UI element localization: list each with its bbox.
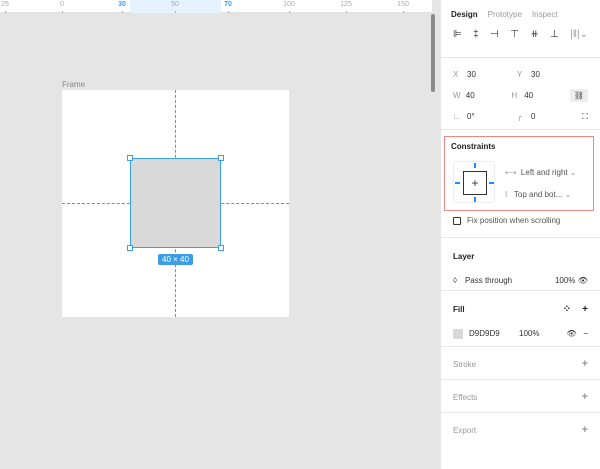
blend-mode-icon: ◊ [453, 276, 457, 285]
horizontal-ruler: 25 0 30 50 70 100 125 150 [0, 0, 432, 13]
rotation-icon: ∟ [453, 112, 461, 121]
align-horizontal-center-icon[interactable]: ‡ [473, 29, 479, 40]
constraint-top-bar[interactable] [474, 163, 476, 168]
layer-opacity[interactable]: 100% [555, 276, 575, 285]
properties-panel: Design Prototype Inspect ⊫ ‡ ⊣ ⊤ ⧺ ⊥ |‖|… [440, 0, 600, 469]
x-input[interactable]: 30 [467, 70, 517, 79]
constraints-section: Constraints + ⟷ Left and right ⌄ Ι Top a… [444, 136, 594, 211]
tab-prototype[interactable]: Prototype [488, 10, 522, 19]
constraint-left-bar[interactable] [455, 182, 460, 184]
ruler-tick-label: 150 [397, 1, 409, 13]
tab-design[interactable]: Design [451, 10, 478, 19]
w-label: W [453, 91, 461, 100]
resize-handle-tr[interactable] [218, 155, 224, 161]
independent-corners-icon[interactable]: ⛶ [582, 112, 588, 122]
horizontal-constraint-icon: ⟷ [505, 168, 517, 177]
fill-opacity-input[interactable]: 100% [519, 329, 539, 338]
rotation-input[interactable]: 0° [467, 112, 517, 121]
x-label: X [453, 70, 459, 79]
resize-handle-bl[interactable] [127, 245, 133, 251]
align-right-icon[interactable]: ⊣ [490, 29, 499, 40]
ruler-tick-label: 50 [171, 1, 179, 13]
size-badge: 40 × 40 [158, 254, 193, 265]
ruler-tick-label: 25 [1, 1, 9, 13]
constraints-title: Constraints [451, 142, 496, 151]
stroke-title: Stroke [453, 359, 477, 369]
vertical-constraint-dropdown[interactable]: Ι Top and bot... ⌄ [505, 190, 571, 199]
horizontal-constraint-dropdown[interactable]: ⟷ Left and right ⌄ [505, 168, 577, 177]
selected-rectangle[interactable] [130, 158, 221, 248]
height-input[interactable]: 40 [524, 91, 570, 100]
resize-handle-tl[interactable] [127, 155, 133, 161]
align-vertical-center-icon[interactable]: ⧺ [530, 29, 538, 40]
add-stroke-icon[interactable]: + [582, 358, 588, 370]
export-title: Export [453, 425, 477, 435]
ruler-tick-label: 30 [118, 1, 126, 13]
fix-position-checkbox[interactable] [453, 216, 461, 225]
fill-visibility-eye-icon[interactable]: 👁 − [567, 329, 589, 338]
tab-inspect[interactable]: Inspect [532, 10, 558, 19]
corner-radius-icon: ╭ [517, 112, 522, 121]
constraint-plus-icon: + [463, 171, 487, 195]
canvas[interactable]: 25 0 30 50 70 100 125 150 Frame 40 × 40 [0, 0, 440, 469]
constrain-proportions-icon[interactable]: ⛓ [569, 89, 588, 102]
ruler-tick-label: 125 [340, 1, 352, 13]
add-effect-icon[interactable]: + [582, 391, 588, 403]
align-left-icon[interactable]: ⊫ [453, 29, 462, 40]
effects-title: Effects [453, 392, 478, 402]
fill-styles-icon[interactable]: ⁘ [563, 304, 571, 315]
ruler-tick-label: 70 [224, 1, 232, 13]
corner-radius-input[interactable]: 0 [531, 112, 581, 121]
y-input[interactable]: 30 [531, 70, 581, 79]
ruler-tick-label: 100 [283, 1, 295, 13]
fill-title: Fill [453, 304, 465, 314]
align-bottom-icon[interactable]: ⊥ [550, 29, 559, 40]
fill-color-swatch[interactable] [453, 328, 463, 339]
fill-hex-input[interactable]: D9D9D9 [469, 329, 519, 338]
vertical-scrollbar[interactable] [431, 14, 435, 92]
width-input[interactable]: 40 [466, 91, 512, 100]
align-top-icon[interactable]: ⊤ [510, 29, 519, 40]
y-label: Y [517, 70, 523, 79]
vertical-constraint-icon: Ι [505, 190, 508, 199]
resize-handle-br[interactable] [218, 245, 224, 251]
frame-label[interactable]: Frame [62, 80, 85, 89]
h-label: H [511, 91, 518, 100]
add-fill-icon[interactable]: + [582, 304, 588, 315]
layer-title: Layer [453, 251, 475, 261]
add-export-icon[interactable]: + [582, 424, 588, 436]
constraint-right-bar[interactable] [489, 182, 494, 184]
blend-mode-dropdown[interactable]: Pass through [465, 276, 555, 285]
constraint-bottom-bar[interactable] [474, 197, 476, 202]
distribute-icon[interactable]: |‖|⌄ [570, 29, 588, 40]
layer-visibility-eye-icon[interactable]: 👁 [578, 276, 588, 285]
constraint-widget[interactable]: + [453, 161, 495, 203]
fix-position-label: Fix position when scrolling [467, 216, 561, 225]
ruler-tick-label: 0 [60, 1, 64, 13]
